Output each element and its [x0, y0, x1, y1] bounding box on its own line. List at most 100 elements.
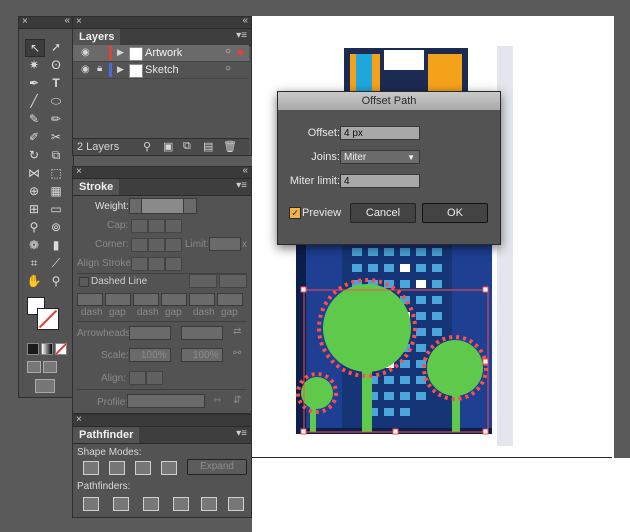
profile-select[interactable] — [127, 394, 205, 408]
dashed-line-checkbox[interactable] — [79, 277, 89, 287]
scissors-tool-icon[interactable]: ✂ — [47, 129, 65, 145]
pen-tool-icon[interactable]: ✒ — [25, 75, 43, 91]
blob-brush-tool-icon[interactable]: ✐ — [25, 129, 43, 145]
align-inside-button[interactable] — [148, 257, 165, 271]
target-circle-icon[interactable]: ○ — [225, 46, 231, 57]
divide-icon[interactable] — [83, 497, 99, 511]
collapse-icon[interactable]: « — [242, 15, 248, 26]
ok-button[interactable]: OK — [422, 203, 488, 223]
gap-field[interactable] — [105, 293, 131, 306]
collapse-icon[interactable]: « — [64, 15, 70, 26]
limit-input[interactable] — [209, 237, 241, 251]
lock-icon[interactable]: 🔒︎ — [97, 63, 102, 74]
column-graph-tool-icon[interactable]: ▮ — [47, 237, 65, 253]
layers-panel-titlebar[interactable]: × « — [73, 15, 251, 29]
dialog-title[interactable]: Offset Path — [278, 92, 500, 111]
gap-field[interactable] — [161, 293, 187, 306]
close-icon[interactable]: × — [76, 16, 82, 27]
trim-icon[interactable] — [113, 497, 129, 511]
draw-normal-icon[interactable] — [27, 361, 41, 373]
dash-align-button[interactable] — [219, 274, 247, 288]
lasso-tool-icon[interactable]: ʘ — [47, 57, 65, 73]
type-tool-icon[interactable]: T — [47, 75, 65, 91]
layer-row-artwork[interactable]: ◉ ▶ Artwork ○ — [73, 45, 249, 62]
start-arrowhead-select[interactable] — [129, 326, 171, 340]
layer-row-sketch[interactable]: ◉ 🔒︎ ▶ Sketch ○ — [73, 62, 249, 79]
unite-icon[interactable] — [83, 461, 99, 475]
round-join-button[interactable] — [148, 238, 165, 252]
target-circle-icon[interactable]: ○ — [225, 63, 231, 74]
close-icon[interactable]: × — [76, 414, 82, 425]
gradient-mode-icon[interactable] — [41, 343, 53, 355]
tools-panel-titlebar[interactable]: × « — [19, 15, 73, 29]
expand-triangle-icon[interactable]: ▶ — [117, 64, 124, 75]
bevel-join-button[interactable] — [165, 238, 182, 252]
dash-preserve-button[interactable] — [189, 274, 217, 288]
miter-limit-input[interactable]: 4 — [340, 174, 420, 188]
perspective-grid-tool-icon[interactable]: ▦ — [47, 183, 65, 199]
paintbrush-tool-icon[interactable]: ✎ — [25, 111, 43, 127]
draw-behind-icon[interactable] — [43, 361, 57, 373]
arrow-tip-place-button[interactable] — [146, 371, 163, 385]
visibility-eye-icon[interactable]: ◉ — [81, 64, 90, 75]
tab-stroke[interactable]: Stroke — [73, 179, 120, 195]
offset-input[interactable]: 4 px — [340, 126, 420, 140]
exclude-icon[interactable] — [161, 461, 177, 475]
zoom-tool-icon[interactable]: ⚲ — [47, 273, 65, 289]
swap-arrowheads-icon[interactable]: ⇄ — [233, 326, 241, 337]
expand-triangle-icon[interactable]: ▶ — [117, 47, 124, 58]
link-scale-icon[interactable]: ⚯ — [233, 348, 241, 359]
artboard-tool-icon[interactable]: ⌗ — [25, 255, 43, 271]
magic-wand-tool-icon[interactable]: ✷ — [25, 57, 43, 73]
stroke-swatch[interactable] — [37, 308, 59, 330]
width-tool-icon[interactable]: ⋈ — [25, 165, 43, 181]
tab-pathfinder[interactable]: Pathfinder — [73, 427, 140, 443]
dash-field[interactable] — [133, 293, 159, 306]
miter-join-button[interactable] — [131, 238, 148, 252]
slice-tool-icon[interactable]: ⟋ — [47, 255, 65, 271]
selection-tool-icon[interactable]: ↖ — [25, 39, 45, 57]
collapse-icon[interactable]: « — [242, 165, 248, 176]
blend-tool-icon[interactable]: ⊚ — [47, 219, 65, 235]
clipping-mask-icon[interactable]: ▣ — [163, 140, 173, 153]
scale-tool-icon[interactable]: ⧉ — [47, 147, 65, 163]
close-icon[interactable]: × — [76, 166, 82, 177]
flip-along-icon[interactable]: ⇿ — [213, 395, 221, 406]
line-tool-icon[interactable]: ╱ — [25, 93, 43, 109]
projecting-cap-button[interactable] — [165, 219, 182, 233]
rotate-tool-icon[interactable]: ↻ — [25, 147, 43, 163]
expand-button[interactable]: Expand — [187, 459, 247, 475]
weight-input[interactable] — [141, 198, 185, 214]
visibility-eye-icon[interactable]: ◉ — [81, 47, 90, 58]
panel-menu-icon[interactable]: ▾≡ — [236, 180, 247, 191]
align-center-button[interactable] — [131, 257, 148, 271]
symbol-sprayer-tool-icon[interactable]: ❁ — [25, 237, 43, 253]
pencil-tool-icon[interactable]: ✏ — [47, 111, 65, 127]
crop-icon[interactable] — [173, 497, 189, 511]
cancel-button[interactable]: Cancel — [350, 203, 416, 223]
dash-field[interactable] — [189, 293, 215, 306]
screen-mode-icon[interactable] — [35, 379, 55, 393]
trash-icon[interactable]: 🗑︎ — [223, 140, 237, 153]
pathfinder-panel-titlebar[interactable]: × — [73, 414, 251, 427]
eyedropper-tool-icon[interactable]: ⚲ — [25, 219, 43, 235]
preview-checkbox[interactable]: ✓ — [289, 207, 301, 219]
none-mode-icon[interactable] — [55, 343, 67, 355]
mesh-tool-icon[interactable]: ⊞ — [25, 201, 43, 217]
weight-dropdown[interactable] — [183, 198, 197, 214]
new-layer-icon[interactable]: ▤ — [203, 140, 213, 153]
dash-field[interactable] — [77, 293, 103, 306]
minus-back-icon[interactable] — [228, 497, 244, 511]
align-outside-button[interactable] — [165, 257, 182, 271]
panel-menu-icon[interactable]: ▾≡ — [236, 428, 247, 439]
end-arrowhead-select[interactable] — [181, 326, 223, 340]
gap-field[interactable] — [217, 293, 243, 306]
minus-front-icon[interactable] — [109, 461, 125, 475]
free-transform-tool-icon[interactable]: ⬚ — [47, 165, 65, 181]
round-cap-button[interactable] — [148, 219, 165, 233]
joins-select[interactable]: Miter ▼ — [340, 150, 420, 164]
color-mode-icon[interactable] — [27, 343, 39, 355]
close-icon[interactable]: × — [22, 16, 28, 27]
butt-cap-button[interactable] — [131, 219, 148, 233]
panel-menu-icon[interactable]: ▾≡ — [236, 30, 247, 41]
